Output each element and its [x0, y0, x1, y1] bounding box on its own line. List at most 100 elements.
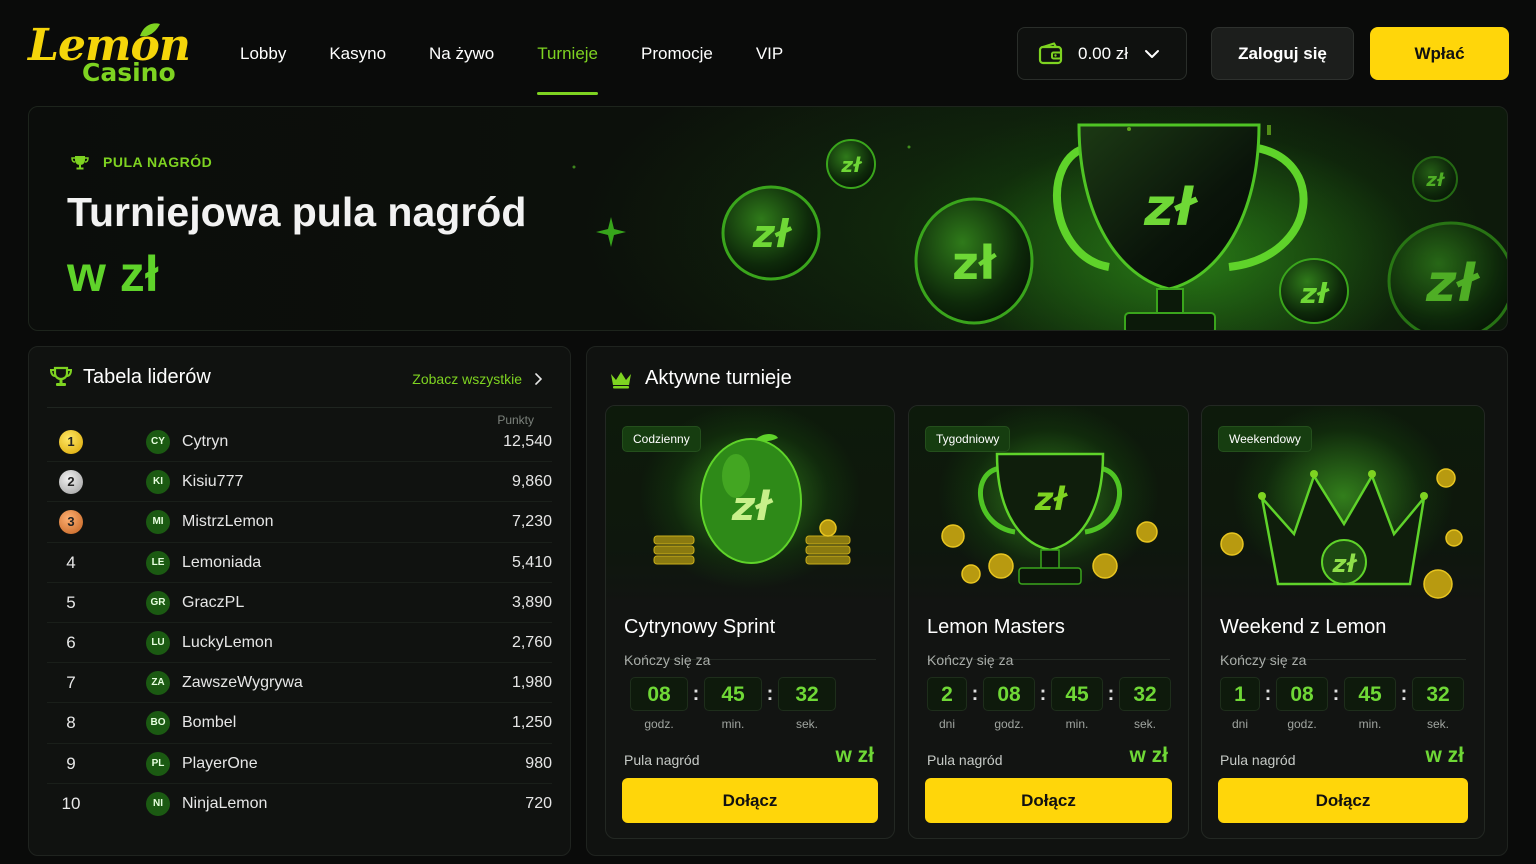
timer-minutes: 45 — [704, 677, 762, 711]
crown-icon — [611, 371, 631, 388]
prize-pool-banner: zł zł zł zł zł zł zł PULA NAGRÓD Turniej… — [28, 106, 1508, 331]
avatar: GR — [146, 590, 170, 615]
ends-in-label: Kończy się za — [1220, 652, 1307, 668]
avatar: PL — [146, 751, 170, 776]
timer-separator: : — [1107, 683, 1115, 705]
player-name: PlayerOne — [182, 754, 258, 772]
player-points: 12,540 — [503, 433, 552, 450]
prize-pool-label: Pula nagród — [1220, 752, 1296, 768]
timer-days: 2 — [927, 677, 967, 711]
lemon-casino-logo[interactable]: Lemon Casino — [26, 20, 191, 90]
table-row[interactable]: 10 NI NinjaLemon 720 — [47, 784, 552, 824]
timer-label: godz. — [644, 717, 674, 731]
table-row[interactable]: 5 GR GraczPL 3,890 — [47, 583, 552, 623]
deposit-button[interactable]: Wpłać — [1370, 27, 1509, 80]
prize-pool-value: w zł — [835, 744, 874, 767]
nav-item-turnieje[interactable]: Turnieje — [537, 0, 598, 100]
join-button[interactable]: Dołącz — [622, 778, 878, 823]
login-button[interactable]: Zaloguj się — [1211, 27, 1354, 80]
player-name: NinjaLemon — [182, 794, 268, 812]
timer-hours: 08 — [983, 677, 1035, 711]
tournament-title: Cytrynowy Sprint — [624, 616, 776, 638]
silver-medal-icon: 2 — [59, 470, 83, 495]
timer-minutes: 45 — [1344, 677, 1396, 711]
avatar: LU — [146, 630, 170, 655]
chevron-down-icon — [1145, 49, 1160, 58]
table-row[interactable]: 1 CY Cytryn 12,540 — [47, 422, 552, 463]
timer-label: min. — [1065, 717, 1089, 731]
table-row[interactable]: 6 LU LuckyLemon 2,760 — [47, 623, 552, 664]
timer-separator: : — [971, 683, 979, 705]
see-all-link[interactable]: Zobacz wszystkie — [412, 371, 542, 387]
art-glyph: zł — [1332, 550, 1358, 578]
avatar: ZA — [146, 671, 170, 696]
rank-number: 6 — [66, 632, 76, 652]
bronze-medal-icon: 3 — [59, 510, 83, 535]
timer-seconds: 32 — [1119, 677, 1171, 711]
leaderboard-header: Tabela liderów — [49, 365, 211, 389]
table-row[interactable]: 3 MI MistrzLemon 7,230 — [47, 502, 552, 543]
tournament-title: Lemon Masters — [927, 616, 1065, 638]
prize-pool-value: w zł — [1129, 744, 1168, 767]
timer-label: godz. — [1287, 717, 1317, 731]
coin-glyph: zł — [952, 236, 997, 290]
table-row[interactable]: 2 KI Kisiu777 9,860 — [47, 462, 552, 503]
tournament-type-badge: Tygodniowy — [925, 426, 1011, 452]
nav-item-promocje[interactable]: Promocje — [641, 0, 713, 100]
tournament-type-badge: Codzienny — [622, 426, 701, 452]
prize-pool-label: Pula nagród — [624, 752, 700, 768]
timer-label: min. — [721, 717, 745, 731]
gold-medal-icon: 1 — [59, 430, 83, 454]
avatar: LE — [146, 550, 170, 575]
timer-label: godz. — [994, 717, 1024, 731]
player-name: ZawszeWygrywa — [182, 674, 303, 692]
active-tournaments-header: Aktywne turnieje — [609, 367, 792, 390]
rank-number: 9 — [66, 753, 76, 773]
table-row[interactable]: 7 ZA ZawszeWygrywa 1,980 — [47, 663, 552, 704]
player-points: 1,250 — [511, 714, 552, 732]
timer-label: min. — [1358, 717, 1382, 731]
coin-glyph: zł — [840, 153, 863, 177]
table-row[interactable]: 4 LE Lemoniada 5,410 — [47, 543, 552, 583]
timer-separator: : — [1264, 683, 1272, 705]
leaderboard-panel: Tabela liderów Zobacz wszystkie Punkty 1… — [28, 346, 571, 856]
timer-separator: : — [1039, 683, 1047, 705]
nav-item-lobby[interactable]: Lobby — [240, 0, 286, 100]
top-header: Lemon Casino Lobby Kasyno Na żywo Turnie… — [0, 0, 1536, 100]
coin-glyph: zł — [1300, 277, 1330, 310]
rank-number: 4 — [66, 552, 76, 572]
leaf-icon — [140, 23, 160, 37]
ends-in-label: Kończy się za — [927, 652, 1014, 668]
trophy-small-icon — [71, 156, 89, 170]
nav-item-vip[interactable]: VIP — [756, 0, 783, 100]
player-points: 7,230 — [511, 513, 552, 531]
timer-separator: : — [766, 683, 774, 705]
hero-title: Turniejowa pula nagród — [67, 189, 527, 235]
coin-glyph: zł — [752, 212, 793, 256]
join-button[interactable]: Dołącz — [925, 778, 1172, 823]
logo-wordmark-casino: Casino — [82, 58, 176, 87]
timer-label: sek. — [1426, 717, 1449, 731]
active-tournaments-panel: Aktywne turnieje zł Codzienny Cytrynowy … — [586, 346, 1508, 856]
player-name: Lemoniada — [182, 553, 262, 571]
nav-item-kasyno[interactable]: Kasyno — [329, 0, 386, 100]
timer-label: sek. — [795, 717, 818, 731]
wallet-balance-dropdown[interactable]: 0.00 zł — [1017, 27, 1187, 80]
rank-number: 5 — [66, 592, 76, 612]
leaderboard-title: Tabela liderów — [83, 365, 211, 388]
player-name: Cytryn — [182, 433, 229, 450]
player-name: Kisiu777 — [182, 473, 244, 491]
player-points: 1,980 — [511, 674, 552, 692]
table-row[interactable]: 8 BO Bombel 1,250 — [47, 703, 552, 744]
countdown-timer: 1 dni : 08 godz. : 45 min. : 32 sek. — [1220, 677, 1464, 731]
nav-item-na-zywo[interactable]: Na żywo — [429, 0, 494, 100]
player-points: 5,410 — [511, 553, 552, 571]
leaderboard-list: 1 CY Cytryn 12,540 2 KI Kisiu777 9,860 3… — [47, 422, 552, 824]
trophy-icon — [49, 366, 73, 386]
prize-pool-value: w zł — [1425, 744, 1464, 767]
table-row[interactable]: 9 PL PlayerOne 980 — [47, 744, 552, 784]
join-button[interactable]: Dołącz — [1218, 778, 1468, 823]
trophy-icon: zł — [1053, 123, 1308, 330]
avatar: CY — [146, 430, 170, 454]
prize-pool-label: Pula nagród — [927, 752, 1003, 768]
